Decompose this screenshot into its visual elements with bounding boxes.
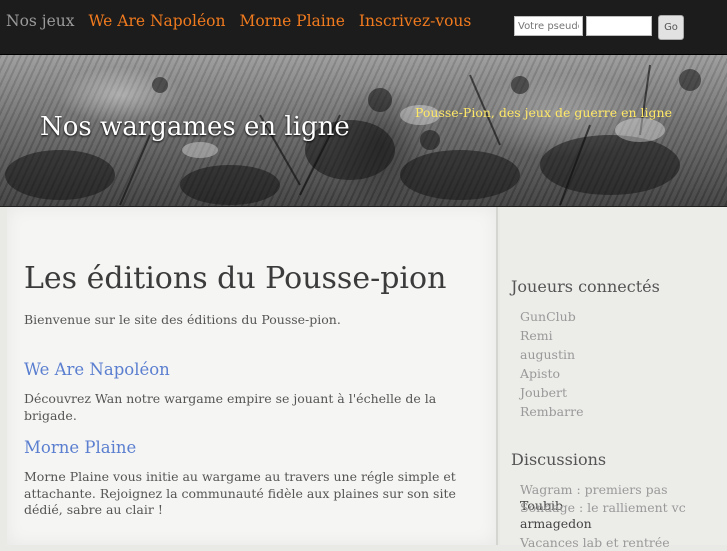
player-link[interactable]: Apisto [520, 366, 560, 381]
connected-players-heading: Joueurs connectés [511, 277, 660, 296]
nav-we-are-napoleon[interactable]: We Are Napoléon [88, 10, 225, 32]
discussions-heading: Discussions [511, 450, 607, 469]
nav-nos-jeux[interactable]: Nos jeux [6, 10, 74, 32]
player-link[interactable]: GunClub [520, 309, 576, 324]
intro-text: Bienvenue sur le site des éditions du Po… [24, 312, 341, 327]
discussion-item[interactable]: Vacances lab et rentrée [520, 535, 710, 551]
header-banner: Nos wargames en ligne Pousse-Pion, des j… [0, 55, 727, 207]
player-link[interactable]: augustin [520, 347, 575, 362]
player-link[interactable]: Rembarre [520, 404, 583, 419]
section-text-we-are-napoleon: Découvrez Wan notre wargame empire se jo… [24, 391, 437, 423]
top-navbar: Nos jeux We Are Napoléon Morne Plaine In… [0, 0, 727, 55]
sidebar: Joueurs connectés GunClub Remi augustin … [500, 207, 727, 550]
discussion-author[interactable]: armagedon [520, 516, 592, 531]
discussion-topic[interactable]: Sondage : le ralliement vc [520, 500, 686, 515]
nav-inscrivez-vous[interactable]: Inscrivez-vous [359, 10, 471, 32]
section-heading-morne-plaine[interactable]: Morne Plaine [24, 438, 136, 457]
go-button[interactable]: Go [658, 15, 684, 40]
site-tagline: Pousse-Pion, des jeux de guerre en ligne [415, 105, 673, 120]
site-title[interactable]: Nos wargames en ligne [40, 110, 350, 144]
main-content: Les éditions du Pousse-pion Bienvenue su… [7, 207, 498, 545]
password-input[interactable] [586, 16, 652, 36]
nav-morne-plaine[interactable]: Morne Plaine [239, 10, 344, 32]
discussion-topic[interactable]: Wagram : premiers pas [520, 482, 668, 497]
player-link[interactable]: Remi [520, 328, 553, 343]
page-title: Les éditions du Pousse-pion [24, 261, 447, 296]
section-heading-we-are-napoleon[interactable]: We Are Napoléon [24, 360, 170, 379]
username-input[interactable] [514, 16, 583, 36]
section-text-morne-plaine: Morne Plaine vous initie au wargame au t… [24, 469, 456, 517]
main-nav: Nos jeux We Are Napoléon Morne Plaine In… [6, 10, 471, 32]
discussion-item[interactable]: Sondage : le ralliement vc armagedon [520, 500, 710, 532]
player-link[interactable]: Joubert [520, 385, 567, 400]
discussion-topic[interactable]: Vacances lab et rentrée [520, 535, 670, 550]
